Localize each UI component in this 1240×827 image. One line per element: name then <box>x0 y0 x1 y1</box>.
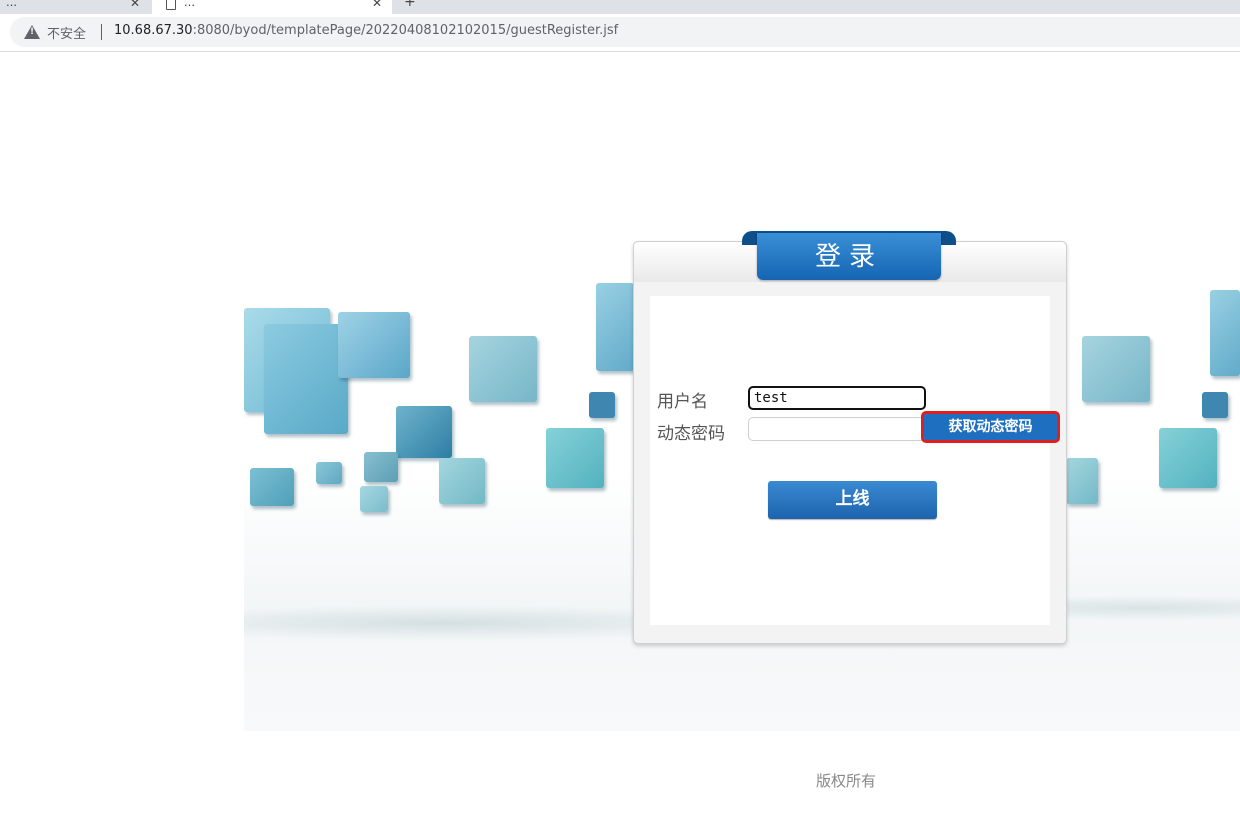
decor-cube <box>396 406 452 458</box>
browser-tab-1[interactable]: … ✕ <box>0 0 150 14</box>
decor-cube <box>1066 458 1098 504</box>
username-label: 用户名 <box>657 392 708 412</box>
login-title: 登录 <box>757 233 941 280</box>
decor-cube <box>546 428 604 488</box>
login-form-panel <box>650 296 1050 625</box>
decor-cube <box>1159 428 1217 488</box>
decor-cube <box>1082 336 1150 402</box>
warning-icon[interactable] <box>24 25 40 39</box>
url-host: 10.68.67.30 <box>114 23 193 38</box>
decor-cube <box>1210 290 1240 376</box>
login-button[interactable]: 上线 <box>768 481 937 519</box>
decor-cube <box>439 458 485 504</box>
browser-tab-1-title: … <box>6 0 17 9</box>
decor-cube <box>250 468 294 506</box>
browser-tab-2-title: … <box>184 0 195 9</box>
decor-cube <box>316 462 342 484</box>
omnibox[interactable]: 不安全 10.68.67.30:8080/byod/templatePage/2… <box>10 17 1240 47</box>
page-favicon-icon <box>166 0 176 10</box>
decor-cube <box>338 312 410 378</box>
decor-cube <box>360 486 388 512</box>
browser-tab-2[interactable]: … ✕ <box>152 0 392 14</box>
security-status[interactable]: 不安全 <box>47 23 86 42</box>
decor-cube <box>589 392 615 418</box>
url-path: :8080/byod/templatePage/2022040810210201… <box>192 23 619 38</box>
new-tab-icon[interactable]: + <box>404 0 416 10</box>
address-bar: 不安全 10.68.67.30:8080/byod/templatePage/2… <box>0 14 1240 52</box>
decor-cube <box>469 336 537 402</box>
close-tab-icon[interactable]: ✕ <box>130 0 140 10</box>
decor-cube <box>1202 392 1228 418</box>
copyright-text: 版权所有 <box>816 772 877 790</box>
otp-label: 动态密码 <box>657 424 725 444</box>
decor-cube <box>596 283 634 371</box>
decor-cube <box>264 324 348 434</box>
url-text[interactable]: 10.68.67.30:8080/byod/templatePage/20220… <box>114 23 618 38</box>
decor-cube <box>364 452 398 482</box>
otp-input[interactable] <box>748 417 926 441</box>
username-input[interactable] <box>748 386 926 410</box>
tab-strip: … ✕ … ✕ + <box>0 0 1240 14</box>
close-tab-icon[interactable]: ✕ <box>372 0 382 10</box>
get-otp-button[interactable]: 获取动态密码 <box>921 411 1060 443</box>
divider <box>101 24 102 40</box>
